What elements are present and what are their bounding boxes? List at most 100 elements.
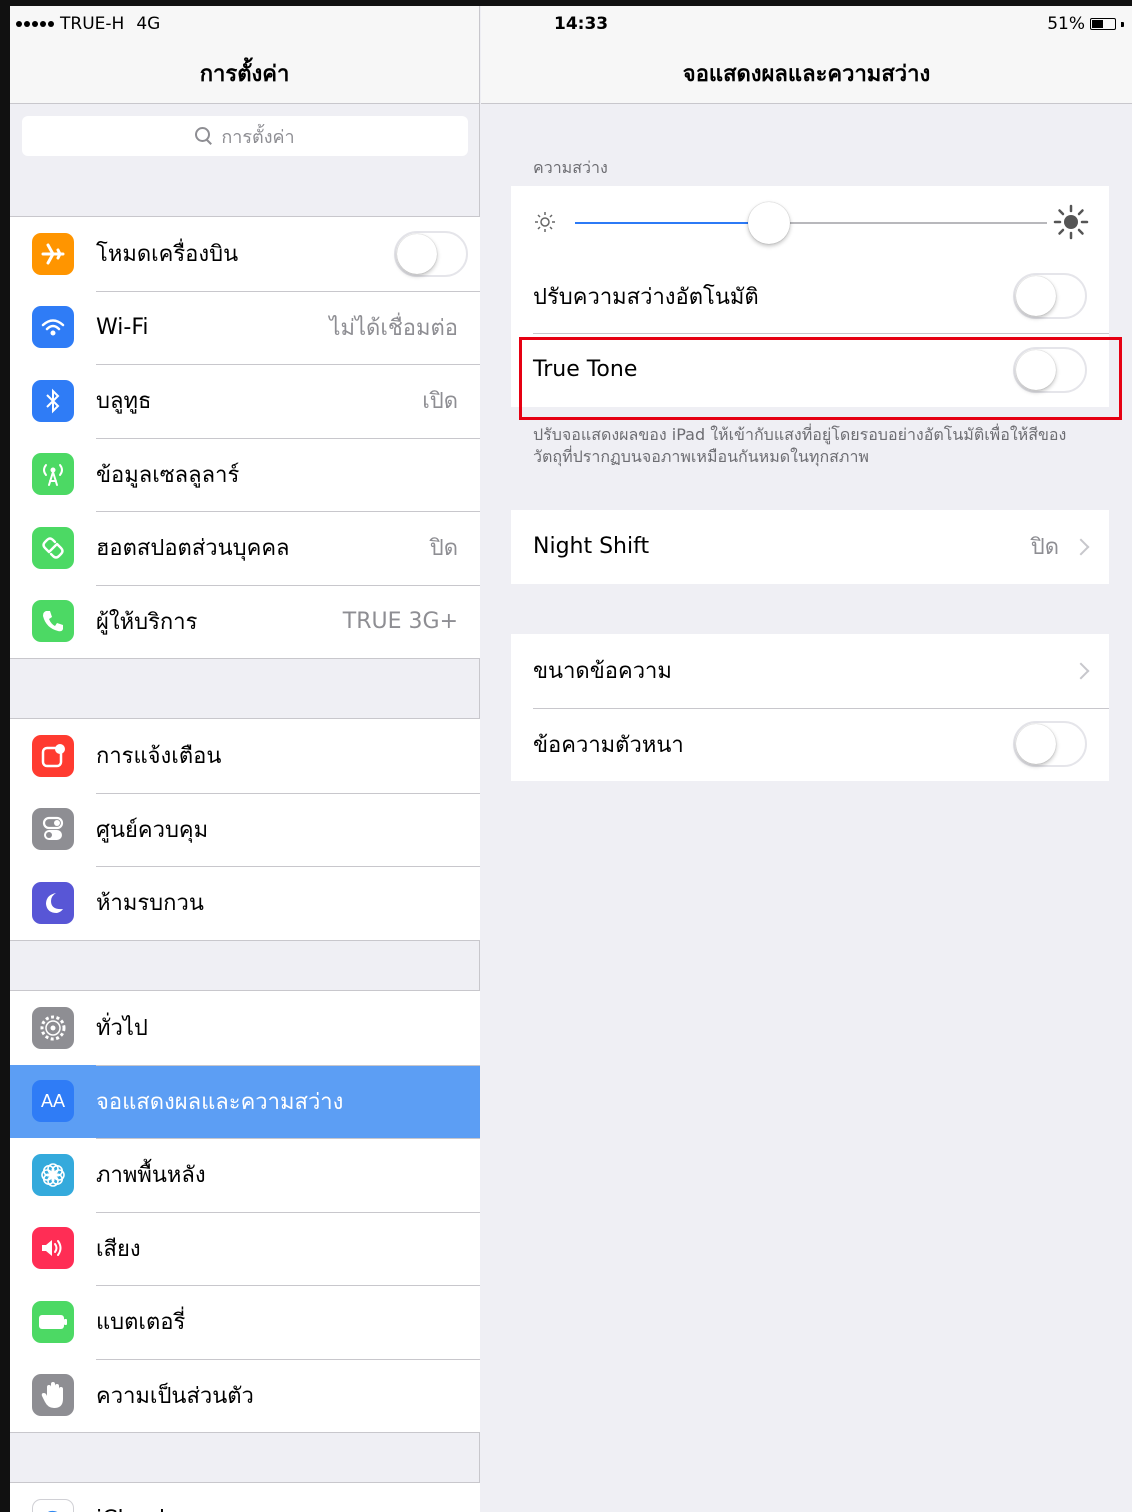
sidebar-item-value: ปิด (429, 536, 458, 562)
battery-icon (32, 1300, 74, 1343)
sidebar-item-label: แบตเตอรี่ (96, 1310, 186, 1336)
slider-track-filled (575, 222, 769, 224)
sidebar-item-label: ฮอตสปอตส่วนบุคคล (96, 536, 290, 562)
settings-group: ทั่วไป AA จอแสดงผลและความสว่างภาพพื้นหลังเ… (10, 990, 480, 1433)
sidebar-item-value: ไม่ได้เชื่อมต่อ (329, 315, 458, 341)
sidebar-item-label: ข้อมูลเซลลูลาร์ (96, 462, 240, 488)
sidebar-item-label: การแจ้งเตือน (96, 744, 222, 770)
sidebar-item-label: ผู้ให้บริการ (96, 609, 198, 635)
sidebar-item[interactable]: แบตเตอรี่ (10, 1285, 480, 1359)
true-tone-row: True Tone (511, 333, 1109, 407)
sidebar-item[interactable]: บลูทูธ เปิด (10, 364, 480, 438)
settings-sidebar: การตั้งค่า การตั้งค่า โหมดเครื่องบิน Wi-F… (10, 6, 480, 1512)
sidebar-item-value: เปิด (422, 389, 458, 415)
true-tone-label: True Tone (533, 357, 638, 383)
night-shift-label: Night Shift (533, 534, 650, 560)
carrier-info: TRUE-H 4G (16, 14, 160, 34)
sidebar-item[interactable]: การแจ้งเตือน (10, 719, 480, 793)
chevron-right-icon (1072, 662, 1090, 680)
status-bar: TRUE-H 4G 14:33 51% (10, 6, 1132, 40)
sidebar-item-label: บลูทูธ (96, 389, 152, 415)
sidebar-item[interactable]: Wi-Fi ไม่ได้เชื่อมต่อ (10, 290, 480, 365)
sidebar-item[interactable]: ฮอตสปอตส่วนบุคคล ปิด (10, 511, 480, 585)
wifi-icon (32, 306, 74, 349)
display-brightness-pane: จอแสดงผลและความสว่าง ความสว่าง ปรับความส… (481, 6, 1132, 1512)
sidebar-item-label: iCloud (96, 1507, 165, 1512)
notifications-icon (32, 734, 74, 777)
gear-icon (32, 1006, 74, 1049)
slider-track-empty (768, 222, 1047, 224)
true-tone-description: ปรับจอแสดงผลของ iPad ให้เข้ากับแสงที่อยู… (533, 425, 1067, 466)
settings-group: iCloud (10, 1482, 480, 1512)
sidebar-item[interactable]: ข้อมูลเซลลูลาร์ (10, 437, 480, 512)
sidebar-item[interactable]: ห้ามรบกวน (10, 866, 480, 940)
status-time: 14:33 (554, 14, 609, 34)
brightness-slider[interactable] (511, 186, 1109, 260)
sidebar-item[interactable]: ความเป็นส่วนตัว (10, 1358, 480, 1433)
sidebar-item-label: จอแสดงผลและความสว่าง (96, 1089, 344, 1115)
sidebar-item[interactable]: ผู้ให้บริการ TRUE 3G+ (10, 584, 480, 659)
hand-icon (32, 1374, 74, 1417)
text-size-label: ขนาดข้อความ (533, 659, 672, 685)
airplane-icon (32, 232, 74, 275)
bold-text-row: ข้อความตัวหนา (511, 707, 1109, 782)
network-type: 4G (136, 14, 161, 34)
text-size-row[interactable]: ขนาดข้อความ (511, 634, 1109, 708)
cellular-icon (32, 453, 74, 496)
icloud-icon (32, 1498, 74, 1512)
sidebar-title: การตั้งค่า (199, 62, 290, 87)
sidebar-item[interactable]: ทั่วไป (10, 991, 480, 1065)
battery-percent: 51% (1047, 14, 1085, 34)
auto-brightness-toggle[interactable] (1013, 273, 1087, 320)
sidebar-item-label: ความเป็นส่วนตัว (96, 1383, 254, 1409)
text-group: ขนาดข้อความ ข้อความตัวหนา (511, 634, 1109, 781)
phone-icon (32, 600, 74, 643)
sidebar-item-value: TRUE 3G+ (342, 608, 458, 634)
moon-icon (32, 881, 74, 924)
bluetooth-icon (32, 379, 74, 422)
slider-thumb[interactable] (747, 202, 790, 244)
sidebar-item-label: ห้ามรบกวน (96, 891, 204, 917)
bold-text-label: ข้อความตัวหนา (533, 732, 684, 758)
wallpaper-icon (32, 1153, 74, 1196)
true-tone-toggle[interactable] (1013, 346, 1087, 393)
brightness-header: ความสว่าง (533, 158, 608, 177)
search-input[interactable]: การตั้งค่า (22, 116, 468, 156)
sidebar-item[interactable]: iCloud (10, 1483, 480, 1512)
sidebar-item[interactable]: เสียง (10, 1211, 480, 1286)
sidebar-item-label: โหมดเครื่องบิน (96, 242, 239, 268)
auto-brightness-row: ปรับความสว่างอัตโนมัติ (511, 260, 1109, 334)
search-icon (195, 127, 213, 145)
battery-icon (1090, 18, 1116, 30)
bold-text-toggle[interactable] (1013, 721, 1087, 768)
signal-strength-icon (16, 21, 54, 27)
sidebar-item[interactable]: ภาพพื้นหลัง (10, 1138, 480, 1212)
display-icon: AA (32, 1080, 74, 1123)
settings-group: การแจ้งเตือนศูนย์ควบคุมห้ามรบกวน (10, 718, 480, 941)
carrier-name: TRUE-H (60, 14, 125, 34)
chevron-right-icon (1072, 538, 1090, 556)
sidebar-item-label: ทั่วไป (96, 1016, 148, 1042)
sidebar-item-label: ภาพพื้นหลัง (96, 1163, 206, 1189)
battery-status: 51% (1047, 14, 1124, 34)
sun-large-icon (1053, 204, 1089, 240)
night-shift-group: Night Shift ปิด (511, 510, 1109, 584)
sun-small-icon (535, 212, 555, 232)
sidebar-item[interactable]: ศูนย์ควบคุม (10, 792, 480, 867)
sidebar-item-label: ศูนย์ควบคุม (96, 817, 209, 843)
control-center-icon (32, 808, 74, 851)
brightness-group: ปรับความสว่างอัตโนมัติ True Tone (511, 186, 1109, 407)
night-shift-row[interactable]: Night Shift ปิด (511, 510, 1109, 584)
sidebar-item[interactable]: โหมดเครื่องบิน (10, 217, 480, 291)
sidebar-item[interactable]: AA จอแสดงผลและความสว่าง (10, 1064, 480, 1138)
airplane-mode-toggle[interactable] (394, 230, 468, 277)
speaker-icon (32, 1227, 74, 1270)
search-placeholder: การตั้งค่า (221, 126, 295, 148)
auto-brightness-label: ปรับความสว่างอัตโนมัติ (533, 284, 759, 310)
night-shift-value: ปิด (1030, 535, 1059, 561)
hotspot-icon (32, 526, 74, 569)
sidebar-item-label: Wi-Fi (96, 314, 149, 340)
settings-group: โหมดเครื่องบิน Wi-Fi ไม่ได้เชื่อมต่อบลูทูธ… (10, 216, 480, 659)
detail-title: จอแสดงผลและความสว่าง (682, 62, 931, 87)
sidebar-item-label: เสียง (96, 1236, 141, 1262)
